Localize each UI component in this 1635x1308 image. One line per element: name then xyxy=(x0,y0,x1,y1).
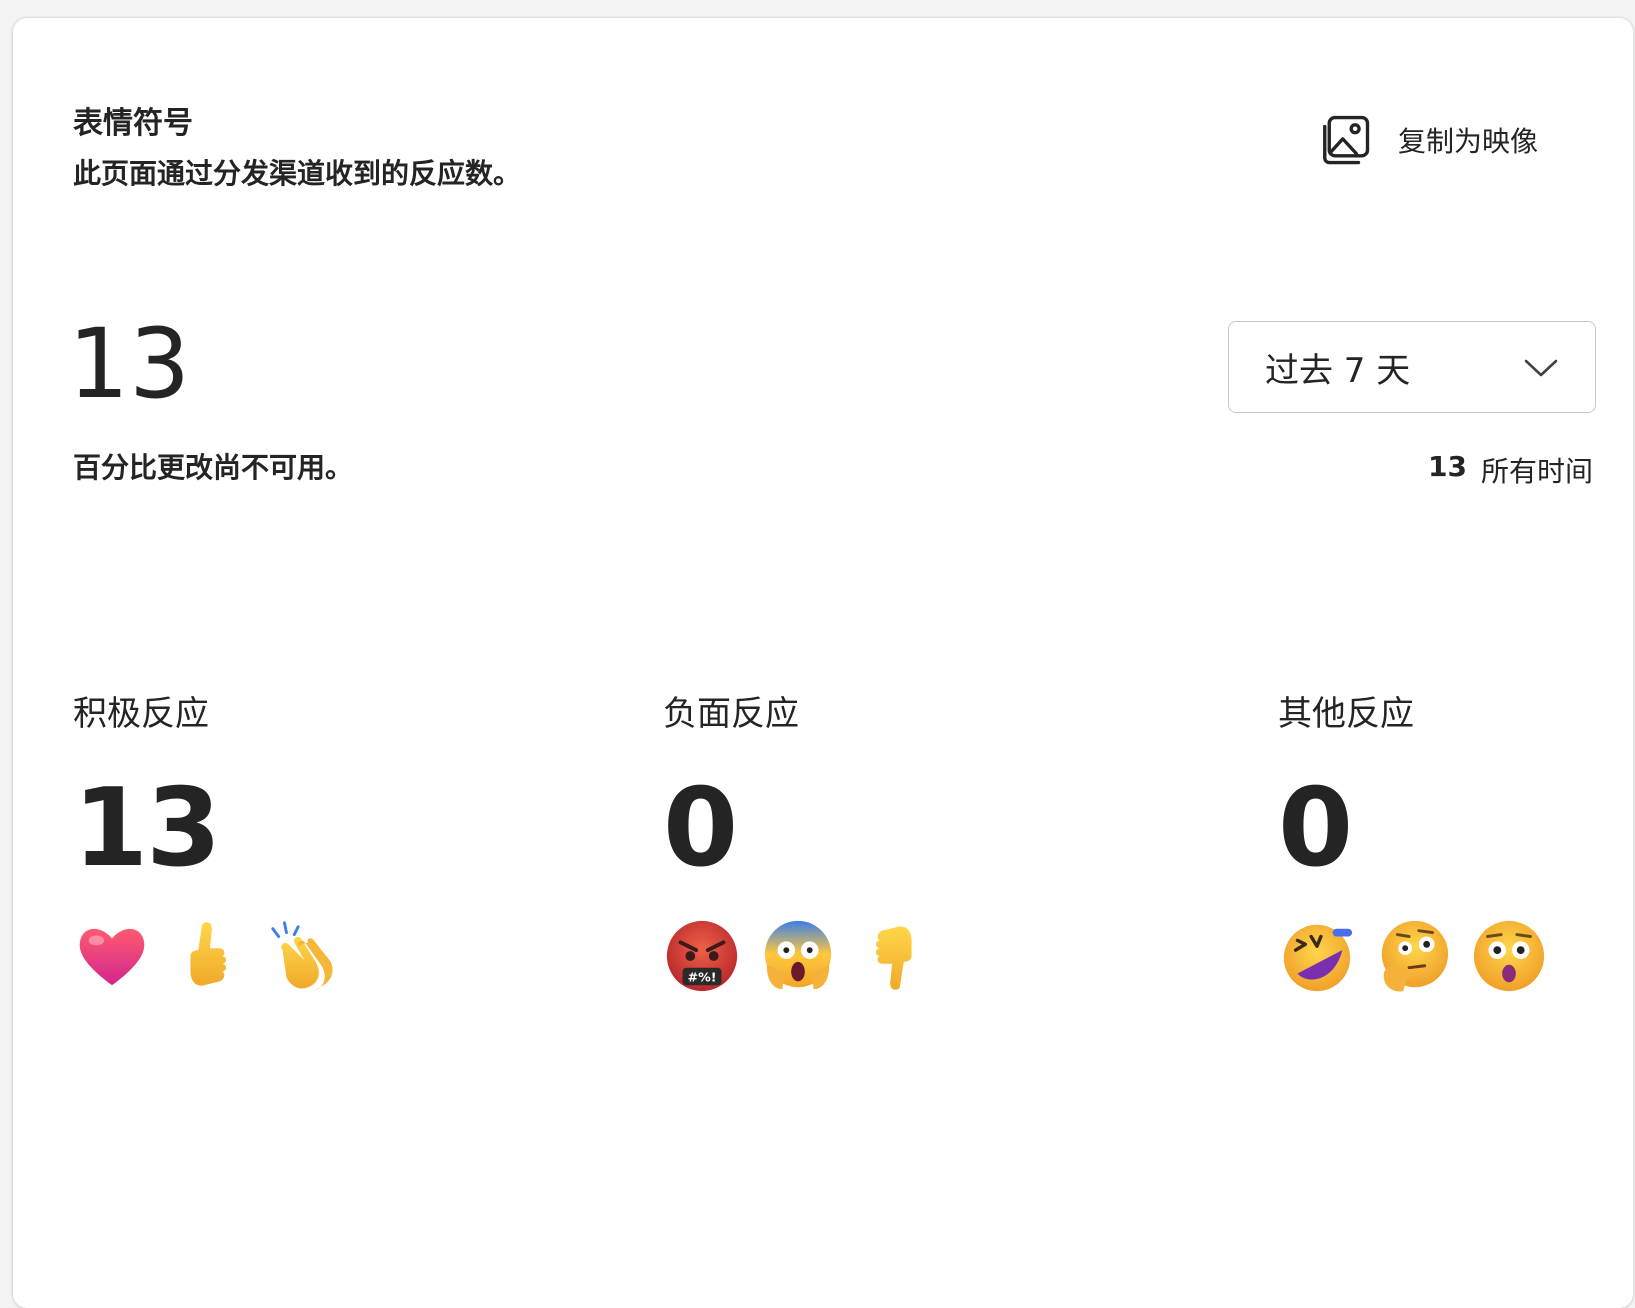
positive-reactions-group: 积极反应 13 xyxy=(73,686,343,995)
copy-as-image-button[interactable]: 复制为映像 xyxy=(1318,110,1538,170)
chevron-down-icon xyxy=(1524,359,1558,377)
other-reactions-label: 其他反应 xyxy=(1278,694,1414,734)
screaming-face-icon xyxy=(764,920,832,990)
rolling-laughing-face-icon xyxy=(1283,924,1353,992)
other-reactions-group: 其他反应 0 xyxy=(1278,686,1548,995)
card-title: 表情符号 xyxy=(73,106,193,141)
thumbs-up-icon xyxy=(190,922,227,986)
angry-face-icon: #%! xyxy=(666,920,738,992)
all-time-count: 13 xyxy=(1428,450,1467,483)
time-range-dropdown[interactable]: 过去 7 天 xyxy=(1228,321,1596,413)
positive-reactions-label: 积极反应 xyxy=(73,694,209,734)
heart-icon xyxy=(79,928,145,986)
all-time-label: 所有时间 xyxy=(1480,455,1593,488)
astonished-face-icon xyxy=(1473,920,1545,992)
positive-reactions-count: 13 xyxy=(73,766,221,891)
thinking-face-icon xyxy=(1381,920,1449,992)
clapping-hands-icon xyxy=(271,921,333,992)
total-reactions-count: 13 xyxy=(68,308,191,420)
other-reactions-count: 0 xyxy=(1278,766,1353,891)
copy-as-image-label: 复制为映像 xyxy=(1398,125,1539,158)
thumbs-down-icon xyxy=(875,926,912,990)
negative-reactions-label: 负面反应 xyxy=(663,694,799,734)
time-range-value: 过去 7 天 xyxy=(1265,350,1411,391)
card-subtitle: 此页面通过分发渠道收到的反应数。 xyxy=(73,157,522,190)
svg-text:#%!: #%! xyxy=(687,969,716,984)
emoji-reactions-card: 表情符号 此页面通过分发渠道收到的反应数。 复制为映像 13 百分比更改尚不可用… xyxy=(13,18,1633,1308)
image-icon xyxy=(1323,115,1370,165)
percent-change-note: 百分比更改尚不可用。 xyxy=(73,451,354,484)
negative-reactions-count: 0 xyxy=(663,766,738,891)
all-time-summary: 13 所有时间 xyxy=(1428,450,1593,490)
negative-reactions-group: 负面反应 0 #%! xyxy=(663,686,933,995)
